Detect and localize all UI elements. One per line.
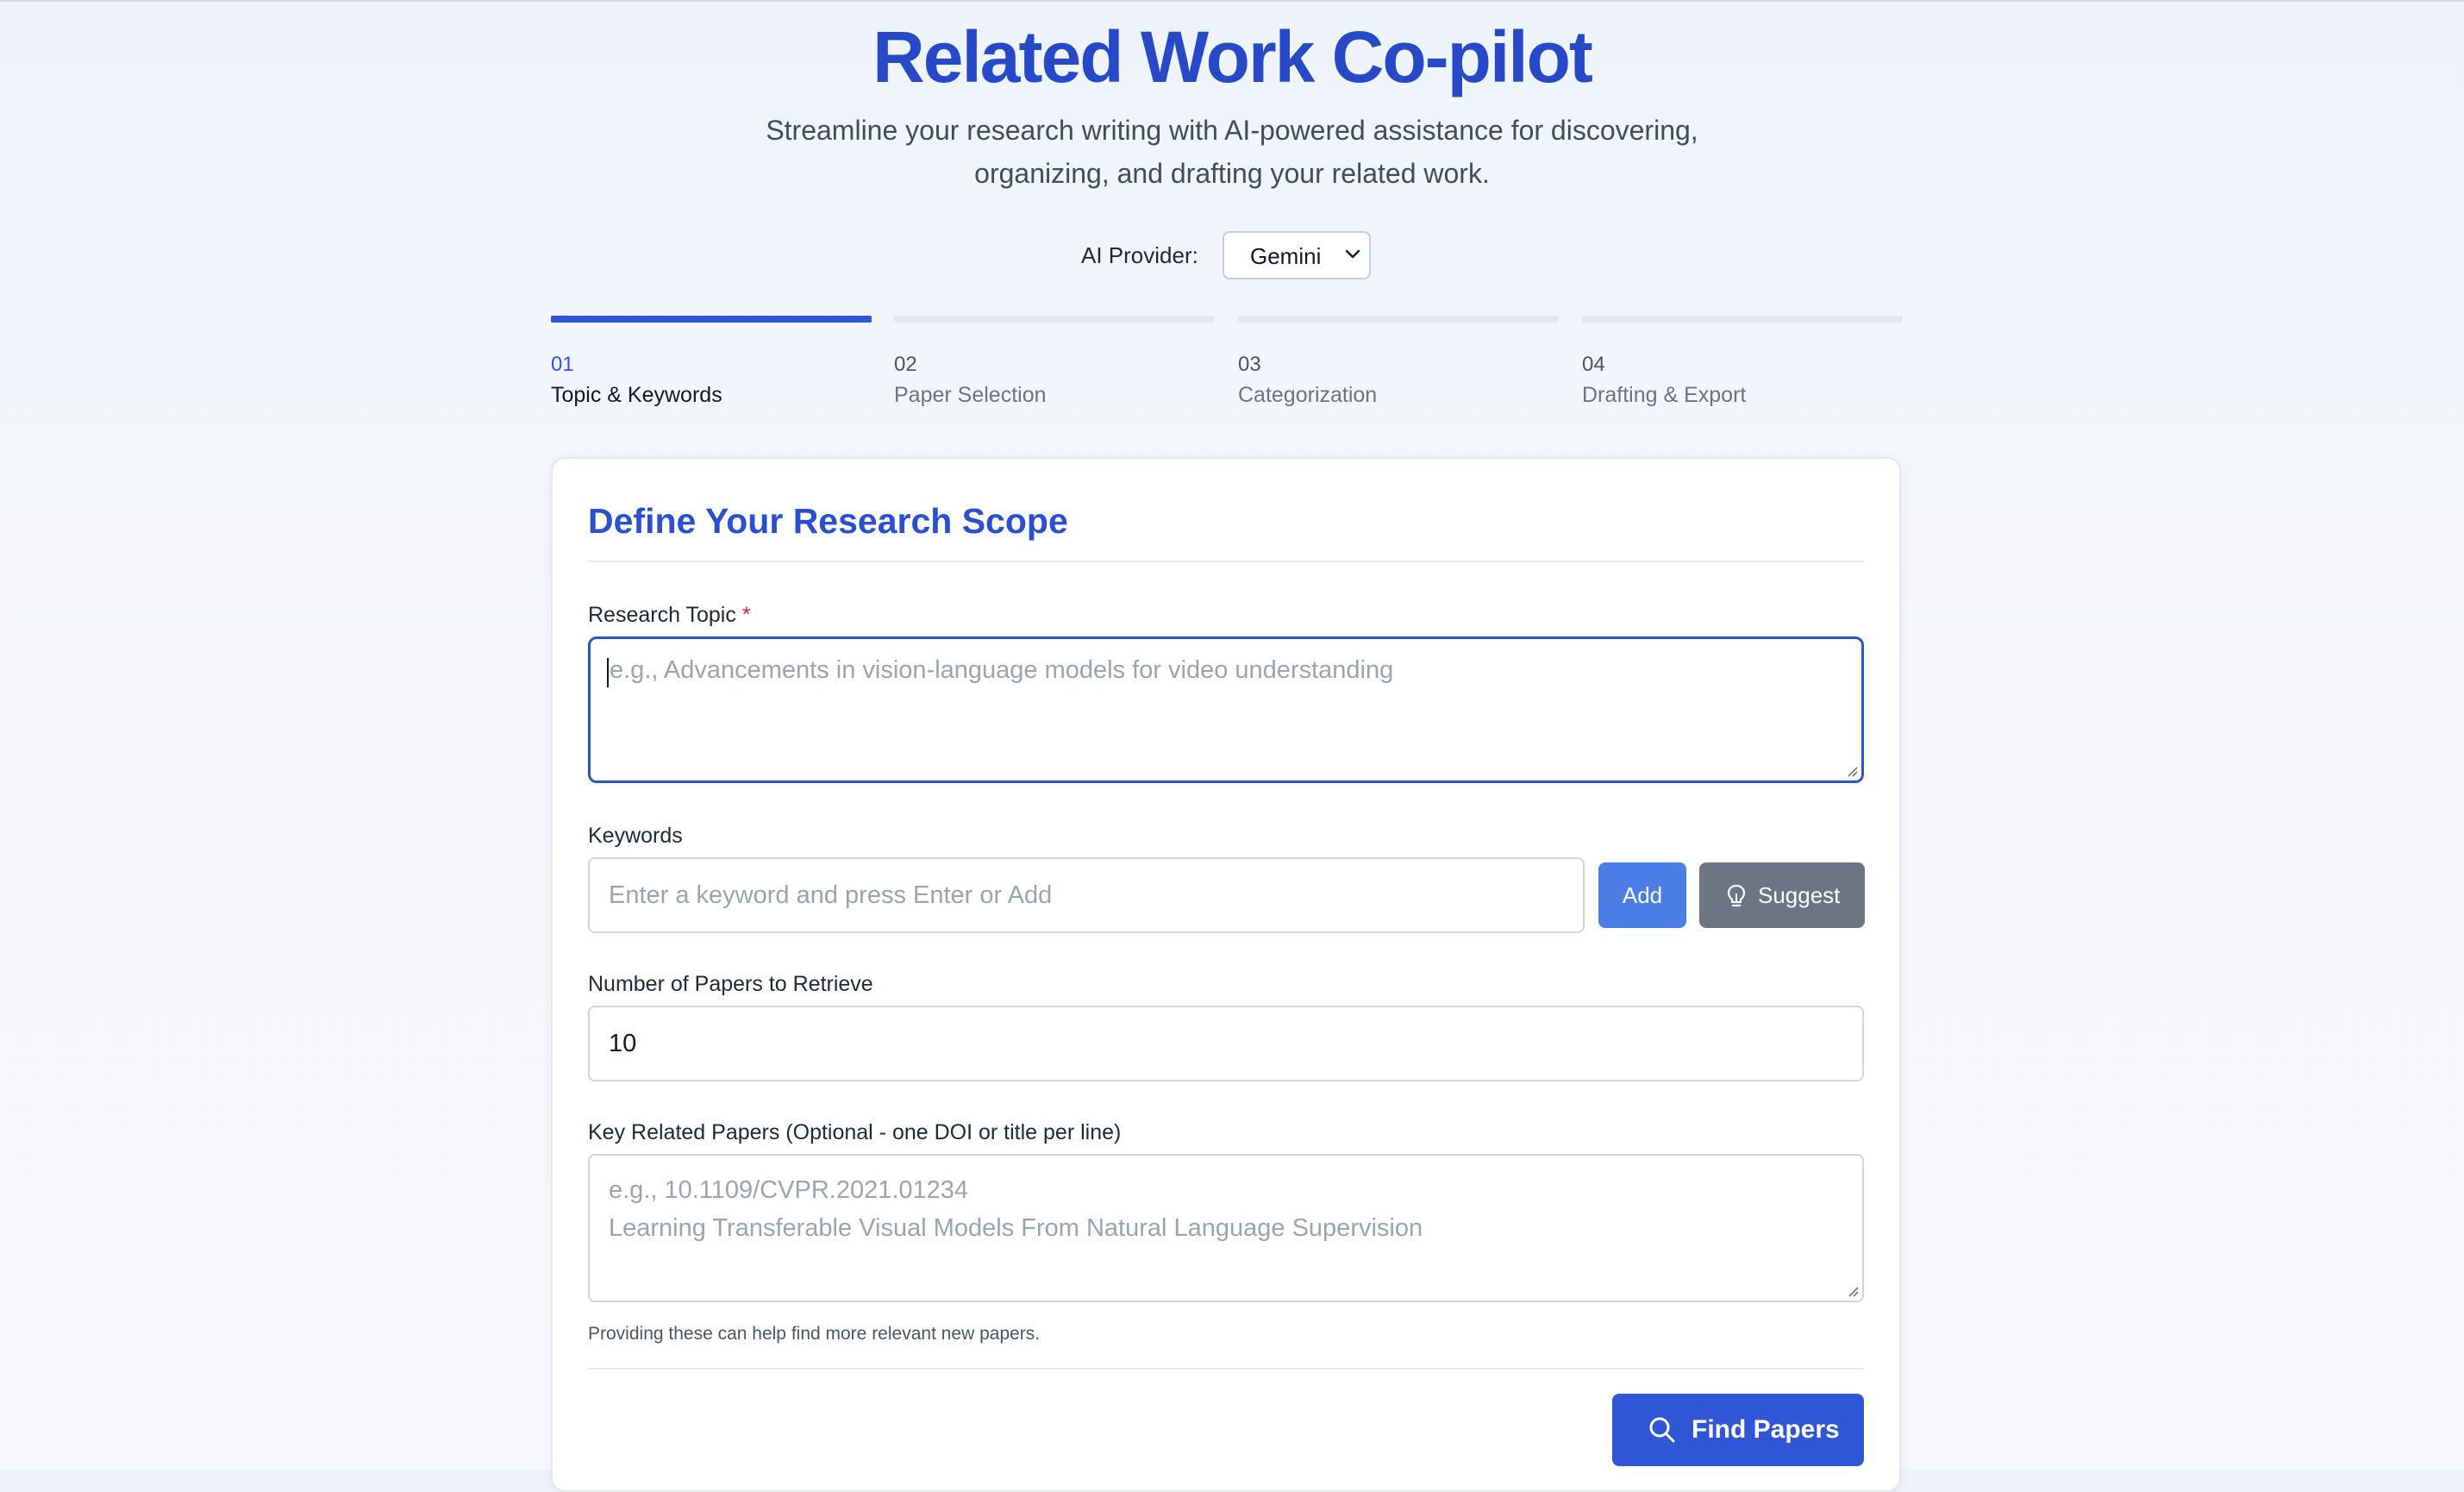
add-keyword-button[interactable]: Add: [1598, 862, 1686, 928]
step-paper-selection[interactable]: 02 Paper Selection: [894, 316, 1215, 411]
step-label: Paper Selection: [894, 383, 1047, 407]
find-papers-button[interactable]: Find Papers: [1612, 1394, 1864, 1466]
research-topic-textarea[interactable]: e.g., Advancements in vision-language mo…: [588, 636, 1864, 783]
suggest-button-label: Suggest: [1758, 882, 1841, 908]
keyword-input[interactable]: Enter a keyword and press Enter or Add: [588, 857, 1585, 933]
key-papers-placeholder-line1: e.g., 10.1109/CVPR.2021.01234: [609, 1176, 969, 1204]
num-papers-label: Number of Papers to Retrieve: [588, 972, 873, 996]
step-drafting-export[interactable]: 04 Drafting & Export: [1582, 316, 1903, 411]
step-label: Categorization: [1238, 383, 1378, 407]
text-caret: [607, 658, 609, 687]
step-progress-bar: [1582, 316, 1903, 323]
keywords-label: Keywords: [588, 824, 683, 848]
resize-handle-icon[interactable]: [1846, 765, 1858, 777]
key-papers-label: Key Related Papers (Optional - one DOI o…: [588, 1120, 1122, 1144]
step-number: 04: [1582, 353, 1605, 376]
app-subtitle: Streamline your research writing with AI…: [766, 115, 1698, 189]
provider-label: AI Provider:: [1081, 242, 1198, 268]
step-progress-bar: [1238, 316, 1559, 323]
step-categorization[interactable]: 03 Categorization: [1238, 316, 1559, 411]
step-number: 03: [1238, 353, 1261, 376]
keyword-input-placeholder: Enter a keyword and press Enter or Add: [609, 881, 1053, 909]
step-progress-bar: [894, 316, 1215, 323]
search-icon: [1649, 1417, 1675, 1443]
num-papers-input[interactable]: 10: [588, 1006, 1864, 1081]
research-topic-label: Research Topic *: [588, 600, 751, 630]
required-marker: *: [741, 603, 751, 627]
step-number: 01: [551, 353, 574, 376]
num-papers-value: 10: [609, 1030, 637, 1057]
chevron-down-icon: [1345, 249, 1360, 259]
app-title: Related Work Co-pilot: [872, 16, 1593, 97]
provider-select[interactable]: Gemini: [1223, 231, 1371, 279]
step-label: Topic & Keywords: [551, 383, 722, 407]
research-topic-placeholder: e.g., Advancements in vision-language mo…: [610, 656, 1394, 684]
lightbulb-icon: [1727, 884, 1746, 907]
provider-selected-value: Gemini: [1250, 243, 1322, 269]
form-footer-divider: [588, 1368, 1864, 1370]
find-papers-label: Find Papers: [1692, 1415, 1840, 1444]
suggest-keywords-button[interactable]: Suggest: [1699, 862, 1865, 928]
step-number: 02: [894, 353, 917, 376]
card-title-divider: [588, 561, 1864, 562]
key-papers-placeholder-line2: Learning Transferable Visual Models From…: [609, 1214, 1423, 1242]
step-progress-bar: [551, 316, 872, 323]
key-papers-textarea[interactable]: e.g., 10.1109/CVPR.2021.01234 Learning T…: [588, 1154, 1864, 1302]
research-topic-label-text: Research Topic: [588, 603, 736, 627]
step-label: Drafting & Export: [1582, 383, 1747, 407]
card-title: Define Your Research Scope: [588, 501, 1068, 541]
key-papers-help-text: Providing these can help find more relev…: [588, 1324, 1041, 1344]
step-topic-keywords[interactable]: 01 Topic & Keywords: [551, 316, 872, 411]
research-scope-card: Define Your Research Scope Research Topi…: [551, 457, 1901, 1492]
window-top-border: [0, 0, 2464, 2]
resize-handle-icon[interactable]: [1847, 1285, 1859, 1297]
